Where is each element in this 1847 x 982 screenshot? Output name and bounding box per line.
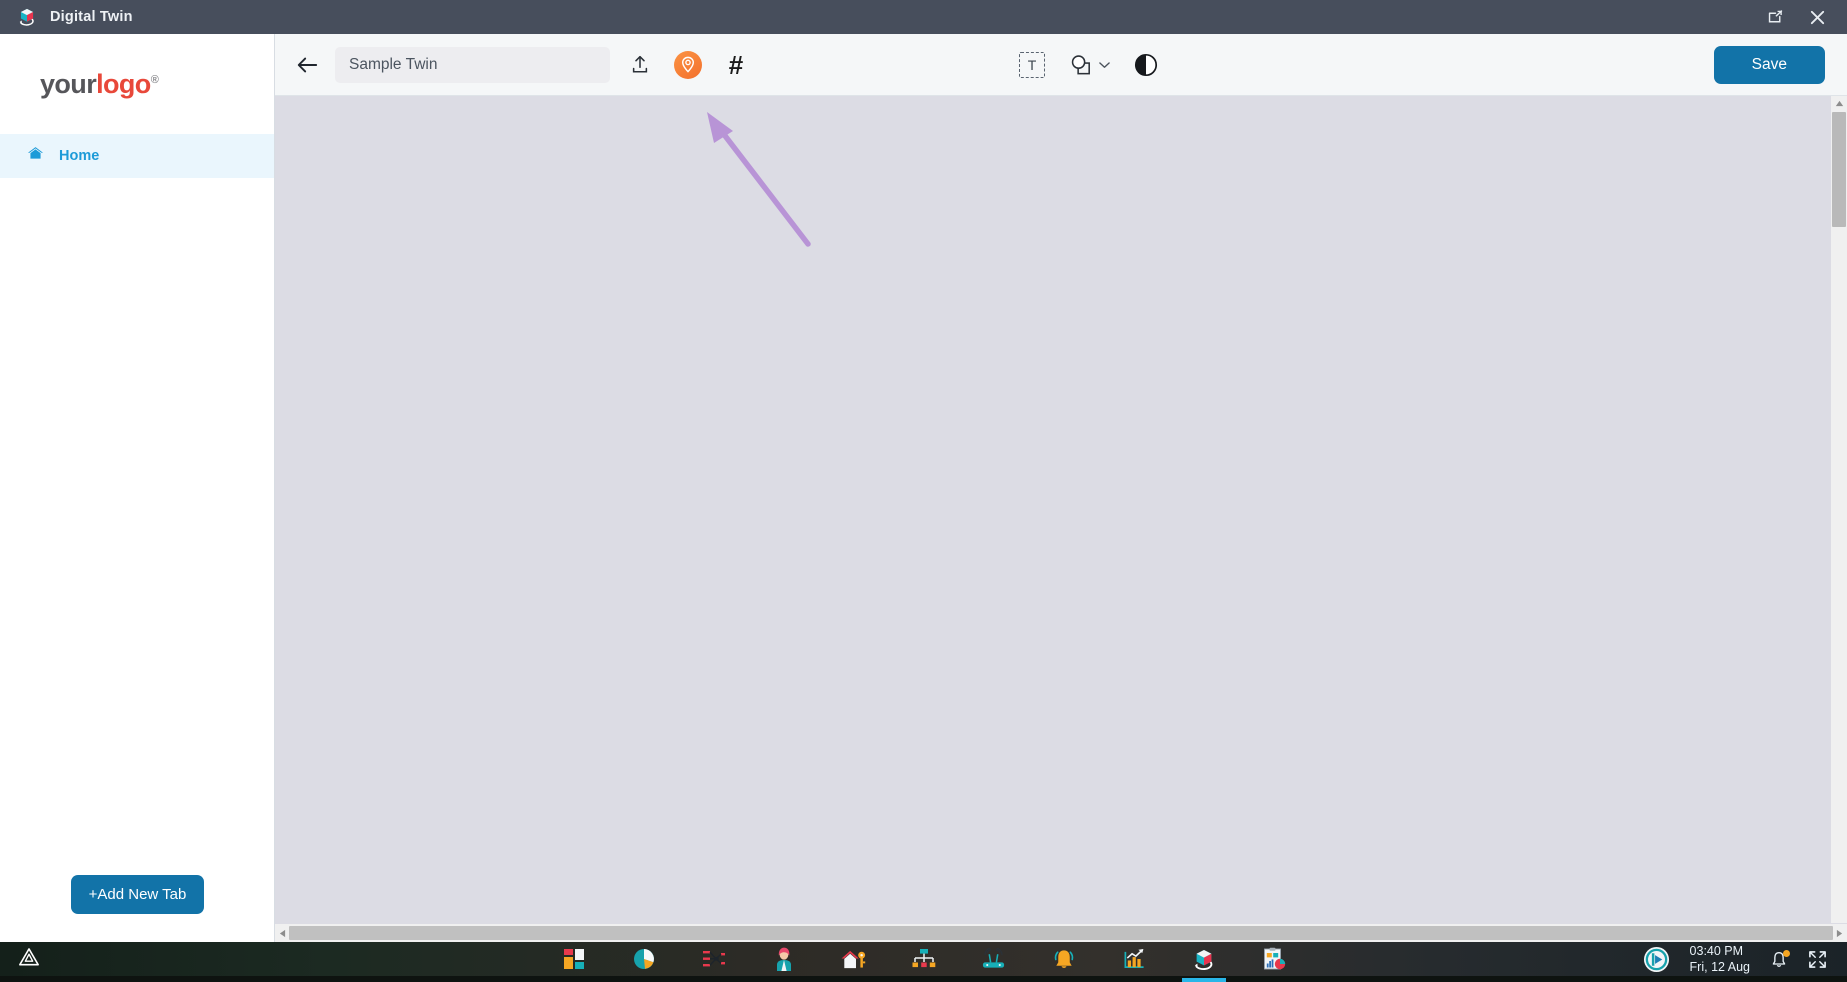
vertical-scroll-thumb[interactable] [1832, 112, 1846, 227]
flow-branch-icon[interactable] [701, 946, 727, 972]
chevron-down-icon [1099, 56, 1110, 74]
sidebar-item-home[interactable]: Home [0, 134, 274, 178]
horizontal-scroll-thumb[interactable] [289, 926, 1833, 940]
editor-toolbar: # T [275, 34, 1847, 96]
clock-date: Fri, 12 Aug [1690, 959, 1750, 975]
app-window: yourlogo® Home +Add New Tab [0, 34, 1847, 942]
bell-alert-icon[interactable] [1051, 946, 1077, 972]
report-dashboard-icon[interactable] [1261, 946, 1287, 972]
logo-text-part2: logo [96, 69, 151, 99]
home-key-icon[interactable] [841, 946, 867, 972]
shape-tool-icon[interactable] [1069, 53, 1110, 77]
warning-triangle-icon[interactable] [18, 946, 40, 973]
taskbar-apps [561, 942, 1287, 976]
scroll-up-arrow-icon[interactable] [1831, 96, 1847, 110]
sidebar-item-label: Home [59, 148, 99, 164]
horizontal-scrollbar[interactable] [275, 923, 1847, 942]
logo-registered-mark: ® [151, 74, 159, 86]
digital-twin-cube-icon [16, 6, 38, 28]
twin-name-input[interactable] [335, 47, 610, 83]
text-tool-icon[interactable]: T [1019, 52, 1045, 78]
home-icon [26, 144, 45, 168]
add-new-tab-button[interactable]: +Add New Tab [71, 875, 205, 914]
launcher-play-icon[interactable] [1643, 946, 1670, 973]
restore-window-icon[interactable] [1765, 7, 1785, 27]
logo-text-part1: your [40, 69, 96, 99]
brand-logo: yourlogo® [0, 34, 274, 134]
digital-twin-cube-icon[interactable] [1191, 946, 1217, 972]
twin-canvas[interactable] [275, 96, 1830, 923]
notification-dot [1783, 950, 1790, 957]
upload-icon[interactable] [622, 47, 658, 83]
growth-chart-icon[interactable] [1121, 946, 1147, 972]
app-title: Digital Twin [50, 9, 133, 25]
close-window-icon[interactable] [1807, 7, 1827, 27]
title-bar: Digital Twin [0, 0, 1847, 34]
expand-fullscreen-icon[interactable] [1808, 950, 1827, 969]
clock-time: 03:40 PM [1690, 943, 1750, 959]
tiles-dashboard-icon[interactable] [561, 946, 587, 972]
scroll-right-arrow-icon[interactable] [1833, 929, 1847, 938]
sidebar: yourlogo® Home +Add New Tab [0, 34, 275, 942]
taskbar: 03:40 PM Fri, 12 Aug [0, 942, 1847, 976]
pie-chart-icon[interactable] [631, 946, 657, 972]
bell-icon[interactable] [1770, 950, 1788, 969]
hash-glyph: # [729, 52, 743, 78]
scroll-left-arrow-icon[interactable] [275, 929, 289, 938]
wifi-router-icon[interactable] [981, 946, 1007, 972]
location-pin-icon[interactable] [670, 47, 706, 83]
save-button[interactable]: Save [1714, 46, 1825, 84]
taskbar-clock[interactable]: 03:40 PM Fri, 12 Aug [1690, 943, 1750, 975]
back-arrow-icon[interactable] [293, 51, 321, 79]
vertical-scrollbar[interactable] [1830, 96, 1847, 923]
hash-grid-icon[interactable]: # [718, 47, 754, 83]
hierarchy-chart-icon[interactable] [911, 946, 937, 972]
contrast-toggle-icon[interactable] [1134, 53, 1158, 77]
person-avatar-icon[interactable] [771, 946, 797, 972]
text-tool-glyph: T [1028, 57, 1037, 73]
